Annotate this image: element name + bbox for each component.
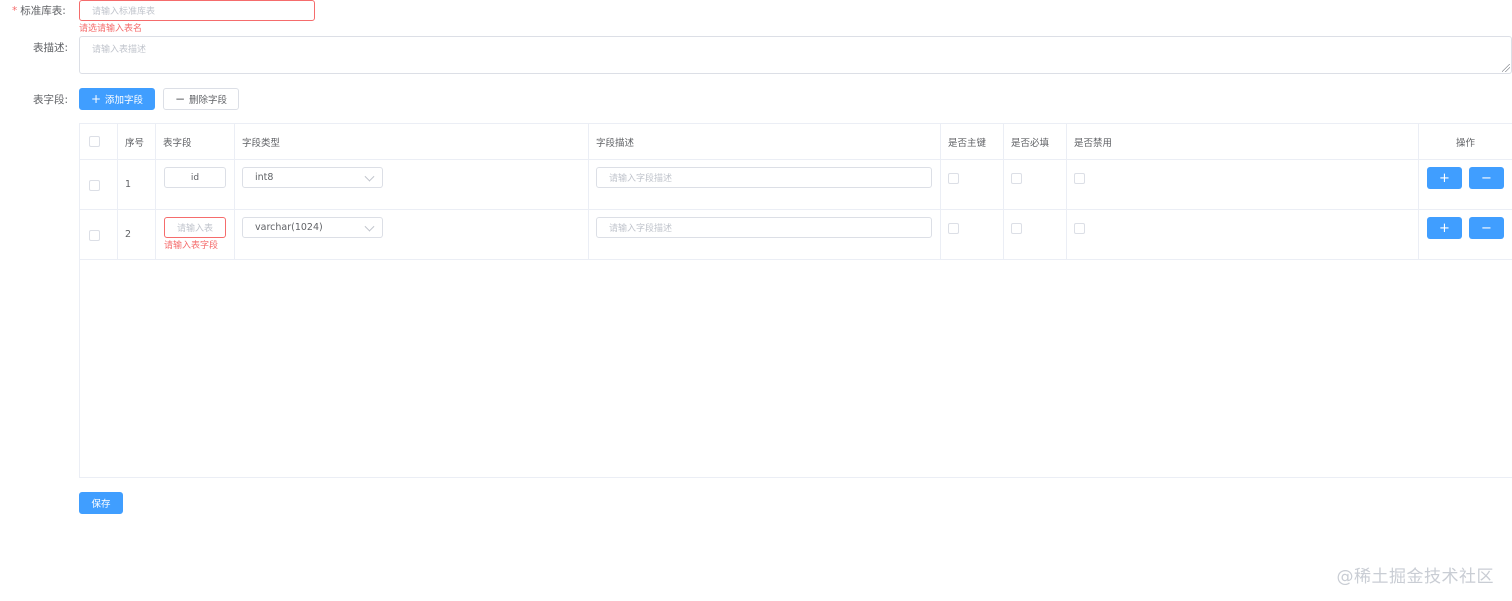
row-index: 2 <box>125 229 132 240</box>
primary-key-checkbox[interactable] <box>948 173 959 184</box>
plus-icon: + <box>1439 170 1450 186</box>
header-type: 字段类型 <box>242 137 281 149</box>
field-name-input[interactable]: id <box>164 167 226 188</box>
header-primary-key: 是否主键 <box>948 137 987 149</box>
table-name-error: 请选请输入表名 <box>79 24 143 34</box>
row-divider <box>80 259 1512 260</box>
minus-icon: − <box>1481 220 1492 236</box>
required-checkbox[interactable] <box>1011 223 1022 234</box>
delete-field-button[interactable]: − 删除字段 <box>163 88 239 110</box>
field-type-select[interactable]: varchar(1024) <box>242 217 383 238</box>
row-index: 1 <box>125 179 132 190</box>
field-name-placeholder: 请输入表 <box>176 224 213 234</box>
chevron-down-icon <box>364 171 375 182</box>
field-desc-input[interactable]: 请输入字段描述 <box>596 217 932 238</box>
field-type-select[interactable]: int8 <box>242 167 383 188</box>
header-index: 序号 <box>125 137 145 149</box>
minus-icon: − <box>174 92 186 106</box>
field-type-value: int8 <box>255 172 274 183</box>
header-field: 表字段 <box>163 137 192 149</box>
field-desc-placeholder: 请输入字段描述 <box>609 174 673 184</box>
table-name-input[interactable]: 请输入标准库表 <box>79 0 315 21</box>
row-checkbox[interactable] <box>89 230 100 241</box>
table-name-label-text: 标准库表: <box>20 5 66 17</box>
header-disabled: 是否禁用 <box>1074 137 1113 149</box>
field-desc-placeholder: 请输入字段描述 <box>609 224 673 234</box>
primary-key-checkbox[interactable] <box>948 223 959 234</box>
fields-label: 表字段: <box>33 94 69 106</box>
disabled-checkbox[interactable] <box>1074 223 1085 234</box>
field-desc-input[interactable]: 请输入字段描述 <box>596 167 932 188</box>
delete-field-label: 删除字段 <box>189 95 228 106</box>
page: * 标准库表: 请输入标准库表 请选请输入表名 表描述: 请输入表描述 表字段: … <box>0 0 1512 601</box>
chevron-down-icon <box>364 221 375 232</box>
row-add-button[interactable]: + <box>1427 167 1462 189</box>
minus-icon: − <box>1481 170 1492 186</box>
table-name-placeholder: 请输入标准库表 <box>92 7 156 17</box>
header-required: 是否必填 <box>1011 137 1050 149</box>
row-divider <box>80 159 1512 160</box>
field-name-input[interactable]: 请输入表 <box>164 217 226 238</box>
row-remove-button[interactable]: − <box>1469 217 1504 239</box>
plus-icon: + <box>90 92 102 106</box>
add-field-button[interactable]: + 添加字段 <box>79 88 155 110</box>
resize-grip-icon[interactable] <box>1502 64 1510 72</box>
table-name-label: * 标准库表: <box>12 3 66 18</box>
header-desc: 字段描述 <box>596 137 635 149</box>
watermark: @稀土掘金技术社区 <box>1336 567 1494 587</box>
disabled-checkbox[interactable] <box>1074 173 1085 184</box>
required-mark: * <box>12 5 18 17</box>
header-select-all-cell <box>80 124 117 159</box>
field-name-error: 请输入表字段 <box>164 241 219 251</box>
table-desc-textarea[interactable]: 请输入表描述 <box>79 36 1512 74</box>
select-all-checkbox[interactable] <box>89 136 100 147</box>
table-desc-label: 表描述: <box>33 42 69 54</box>
header-actions: 操作 <box>1455 137 1475 149</box>
add-field-label: 添加字段 <box>105 95 144 106</box>
save-button[interactable]: 保存 <box>79 492 123 514</box>
row-add-button[interactable]: + <box>1427 217 1462 239</box>
plus-icon: + <box>1439 220 1450 236</box>
table-desc-placeholder: 请输入表描述 <box>92 45 147 55</box>
row-checkbox[interactable] <box>89 180 100 191</box>
field-name-value: id <box>190 172 200 183</box>
required-checkbox[interactable] <box>1011 173 1022 184</box>
row-divider <box>80 209 1512 210</box>
field-type-value: varchar(1024) <box>255 222 323 233</box>
fields-table: 序号 表字段 字段类型 字段描述 是否主键 是否必填 是否禁用 操作 1 id … <box>79 123 1512 478</box>
row-remove-button[interactable]: − <box>1469 167 1504 189</box>
